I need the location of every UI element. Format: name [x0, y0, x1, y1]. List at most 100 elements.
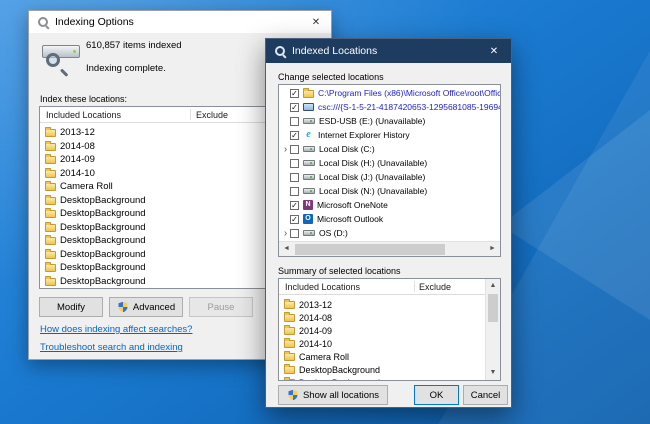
- list-item[interactable]: DesktopBackground: [279, 363, 485, 376]
- included-locations-column-header[interactable]: Included Locations: [46, 110, 121, 120]
- indexing-status-text: Indexing complete.: [86, 63, 166, 74]
- items-indexed-text: 610,857 items indexed: [86, 40, 182, 51]
- location-checkbox[interactable]: ✓: [290, 201, 299, 210]
- location-label: 2014-10: [299, 339, 332, 349]
- change-locations-tree: ✓C:\Program Files (x86)\Microsoft Office…: [278, 84, 501, 257]
- drive-icon: [303, 160, 315, 166]
- computer-icon: [303, 103, 314, 111]
- horizontal-scrollbar[interactable]: ◄ ►: [279, 241, 500, 256]
- indexed-location-row[interactable]: ESD-USB (E:) (Unavailable): [279, 114, 500, 128]
- troubleshoot-indexing-link[interactable]: Troubleshoot search and indexing: [40, 342, 183, 353]
- indexing-options-titlebar[interactable]: Indexing Options ✕: [29, 11, 331, 33]
- advanced-button[interactable]: Advanced: [109, 297, 183, 317]
- indexed-locations-window-icon: [274, 45, 286, 57]
- included-locations-column-header[interactable]: Included Locations: [285, 282, 360, 292]
- modify-button[interactable]: Modify: [39, 297, 103, 317]
- location-checkbox[interactable]: [290, 145, 299, 154]
- exclude-column-header[interactable]: Exclude: [196, 110, 228, 120]
- pause-button[interactable]: Pause: [189, 297, 253, 317]
- location-checkbox[interactable]: [290, 173, 299, 182]
- location-label: Camera Roll: [60, 181, 113, 192]
- location-label: Microsoft Outlook: [317, 214, 383, 224]
- location-label: 2014-09: [60, 154, 95, 165]
- indexed-location-row[interactable]: Local Disk (N:) (Unavailable): [279, 184, 500, 198]
- advanced-button-label: Advanced: [133, 302, 175, 313]
- expander-icon[interactable]: ›: [281, 145, 290, 154]
- location-label: DesktopBackground: [60, 235, 146, 246]
- show-all-locations-button[interactable]: Show all locations: [278, 385, 388, 405]
- vertical-scrollbar[interactable]: ▲ ▼: [485, 279, 500, 380]
- folder-icon: [45, 197, 56, 205]
- location-checkbox[interactable]: [290, 229, 299, 238]
- indexed-locations-titlebar[interactable]: Indexed Locations ✕: [266, 39, 511, 63]
- location-label: DesktopBackground: [299, 365, 380, 375]
- location-label: 2013-12: [60, 127, 95, 138]
- folder-icon: [45, 237, 56, 245]
- location-checkbox[interactable]: [290, 187, 299, 196]
- indexing-searches-help-link[interactable]: How does indexing affect searches?: [40, 324, 192, 335]
- uac-shield-icon: [287, 389, 299, 401]
- scroll-left-icon[interactable]: ◄: [279, 242, 294, 256]
- window-title: Indexing Options: [55, 16, 134, 28]
- list-item[interactable]: 2013-12: [279, 298, 485, 311]
- location-label: DesktopBackground: [60, 262, 146, 273]
- column-divider: [414, 281, 415, 292]
- cancel-button[interactable]: Cancel: [463, 385, 508, 405]
- indexed-location-row[interactable]: ›Local Disk (C:): [279, 142, 500, 156]
- list-item[interactable]: Camera Roll: [279, 350, 485, 363]
- ok-button[interactable]: OK: [414, 385, 459, 405]
- location-checkbox[interactable]: ✓: [290, 89, 299, 98]
- location-checkbox[interactable]: ✓: [290, 131, 299, 140]
- folder-icon: [45, 224, 56, 232]
- location-label: 2014-09: [299, 326, 332, 336]
- location-label: ESD-USB (E:) (Unavailable): [319, 116, 425, 126]
- drive-icon: [303, 174, 315, 180]
- folder-icon: [45, 210, 56, 218]
- summary-rows: 2013-12 2014-08 2014-09 2014-10 Camera Roll D…: [279, 296, 485, 380]
- indexed-location-row[interactable]: ✓OMicrosoft Outlook: [279, 212, 500, 226]
- scroll-right-icon[interactable]: ►: [485, 242, 500, 256]
- vertical-scrollbar-thumb[interactable]: [488, 294, 498, 322]
- scroll-up-icon[interactable]: ▲: [486, 279, 500, 293]
- close-icon[interactable]: ✕: [477, 39, 511, 63]
- location-label: DesktopBackground: [60, 222, 146, 233]
- horizontal-scrollbar-thumb[interactable]: [295, 244, 445, 255]
- location-label: Local Disk (N:) (Unavailable): [319, 186, 427, 196]
- onenote-icon: N: [303, 200, 313, 210]
- expander-icon[interactable]: ›: [281, 229, 290, 238]
- indexed-location-row[interactable]: ✓NMicrosoft OneNote: [279, 198, 500, 212]
- folder-icon: [45, 251, 56, 259]
- indexed-location-row[interactable]: Local Disk (H:) (Unavailable): [279, 156, 500, 170]
- exclude-column-header[interactable]: Exclude: [419, 282, 451, 292]
- location-label: Camera Roll: [299, 352, 349, 362]
- folder-icon: [45, 183, 56, 191]
- location-label: 2014-10: [60, 168, 95, 179]
- list-item[interactable]: 2014-08: [279, 311, 485, 324]
- indexed-location-row[interactable]: ✓C:\Program Files (x86)\Microsoft Office…: [279, 86, 500, 100]
- close-icon[interactable]: ✕: [301, 11, 331, 33]
- location-checkbox[interactable]: ✓: [290, 215, 299, 224]
- folder-icon: [45, 264, 56, 272]
- index-locations-label: Index these locations:: [40, 94, 127, 104]
- indexed-location-row[interactable]: Local Disk (J:) (Unavailable): [279, 170, 500, 184]
- scroll-down-icon[interactable]: ▼: [486, 366, 500, 380]
- indexed-location-row[interactable]: ›OS (D:): [279, 226, 500, 240]
- indexing-drive-search-icon: [42, 42, 82, 80]
- desktop: Indexing Options ✕ 610,857 items indexed…: [0, 0, 650, 424]
- location-label: DesktopBackground: [60, 195, 146, 206]
- folder-icon: [284, 379, 295, 380]
- list-item[interactable]: 2014-10: [279, 337, 485, 350]
- location-checkbox[interactable]: [290, 117, 299, 126]
- folder-icon: [284, 340, 295, 348]
- indexed-location-row[interactable]: ✓eInternet Explorer History: [279, 128, 500, 142]
- indexing-options-window-icon: [37, 16, 49, 28]
- indexed-location-row[interactable]: ✓csc:///{S-1-5-21-4187420653-1295681085-…: [279, 100, 500, 114]
- location-label: DesktopBackground: [60, 276, 146, 287]
- list-item[interactable]: DesktopBackground: [279, 376, 485, 380]
- location-checkbox[interactable]: [290, 159, 299, 168]
- location-checkbox[interactable]: ✓: [290, 103, 299, 112]
- location-label: 2014-08: [60, 141, 95, 152]
- location-label: Local Disk (H:) (Unavailable): [319, 158, 427, 168]
- location-label: 2014-08: [299, 313, 332, 323]
- list-item[interactable]: 2014-09: [279, 324, 485, 337]
